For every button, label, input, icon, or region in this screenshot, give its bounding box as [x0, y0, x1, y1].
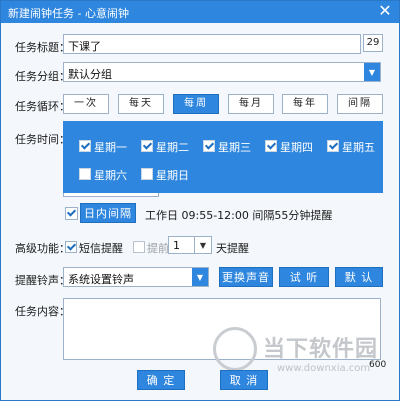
- task-title-input[interactable]: 下课了: [63, 34, 361, 54]
- listen-button[interactable]: 试 听: [279, 267, 329, 287]
- advance-days-select[interactable]: 1 ▼: [168, 236, 212, 254]
- day-fri[interactable]: 星期五: [327, 139, 375, 155]
- chevron-down-icon[interactable]: ▼: [194, 237, 211, 253]
- alarm-task-dialog: 新建闹钟任务 - 心意闹钟 ✕ 任务标题： 下课了 29 任务分组： 默认分组 …: [0, 0, 400, 401]
- watermark-logo-icon: [213, 327, 257, 371]
- task-time-label: 任务时间：: [15, 133, 70, 146]
- day-wed[interactable]: 星期三: [203, 139, 251, 155]
- close-icon[interactable]: ✕: [376, 2, 394, 20]
- checkbox-checked-icon[interactable]: [203, 140, 215, 152]
- ringtone-select[interactable]: 系统设置铃声 ▼: [63, 267, 209, 287]
- tab-once[interactable]: 一次: [63, 94, 109, 114]
- default-button[interactable]: 默 认: [335, 267, 383, 287]
- days-reminder-label: 天提醒: [216, 242, 249, 255]
- day-tue[interactable]: 星期二: [141, 139, 189, 155]
- advanced-label: 高级功能：: [15, 242, 70, 255]
- tab-monthly[interactable]: 每月: [228, 94, 274, 114]
- day-mon[interactable]: 星期一: [79, 139, 127, 155]
- checkbox-checked-icon[interactable]: [327, 140, 339, 152]
- task-group-value: 默认分组: [68, 68, 112, 81]
- checkbox-icon[interactable]: [79, 168, 91, 180]
- checkbox-checked-icon[interactable]: [265, 140, 277, 152]
- weekday-panel: 星期一 星期二 星期三 星期四 星期五 星期六 星期日: [63, 121, 383, 193]
- sms-checkbox[interactable]: [65, 241, 77, 253]
- day-thu[interactable]: 星期四: [265, 139, 313, 155]
- title-char-count: 29: [363, 34, 383, 52]
- ok-button[interactable]: 确 定: [137, 370, 185, 390]
- task-cycle-label: 任务循环：: [15, 100, 70, 113]
- checkbox-icon[interactable]: [141, 168, 153, 180]
- task-group-select[interactable]: 默认分组 ▼: [63, 62, 381, 82]
- watermark-text: 当下软件园: [263, 337, 379, 362]
- tab-weekly[interactable]: 每周: [173, 94, 219, 114]
- work-schedule-info: 工作日 09:55-12:00 间隔55分钟提醒: [145, 209, 333, 222]
- in-day-interval-button[interactable]: 日内间隔: [80, 203, 136, 223]
- task-title-label: 任务标题：: [15, 41, 70, 54]
- tab-yearly[interactable]: 每年: [282, 94, 328, 114]
- watermark-url: www.downxia.com: [277, 363, 371, 374]
- advance-checkbox[interactable]: [133, 241, 145, 253]
- sms-label: 短信提醒: [79, 242, 123, 255]
- advance-days-value: 1: [173, 239, 180, 252]
- checkbox-checked-icon[interactable]: [141, 140, 153, 152]
- chevron-down-icon[interactable]: ▼: [192, 268, 208, 286]
- content-label: 任务内容：: [15, 305, 70, 318]
- in-day-interval-checkbox[interactable]: [65, 207, 78, 220]
- window-title: 新建闹钟任务 - 心意闹钟: [8, 7, 129, 20]
- change-sound-button[interactable]: 更换声音: [219, 267, 273, 287]
- task-group-label: 任务分组：: [15, 70, 70, 83]
- chevron-down-icon[interactable]: ▼: [364, 63, 380, 81]
- tab-interval[interactable]: 间隔: [337, 94, 383, 114]
- title-bar: 新建闹钟任务 - 心意闹钟 ✕: [1, 1, 399, 23]
- cancel-button[interactable]: 取 消: [220, 370, 268, 390]
- checkbox-checked-icon[interactable]: [79, 140, 91, 152]
- ringtone-label: 提醒铃声：: [15, 274, 70, 287]
- ringtone-value: 系统设置铃声: [68, 273, 134, 286]
- day-sun[interactable]: 星期日: [141, 167, 189, 183]
- advance-label: 提前: [147, 242, 169, 255]
- day-sat[interactable]: 星期六: [79, 167, 127, 183]
- tab-daily[interactable]: 每天: [118, 94, 164, 114]
